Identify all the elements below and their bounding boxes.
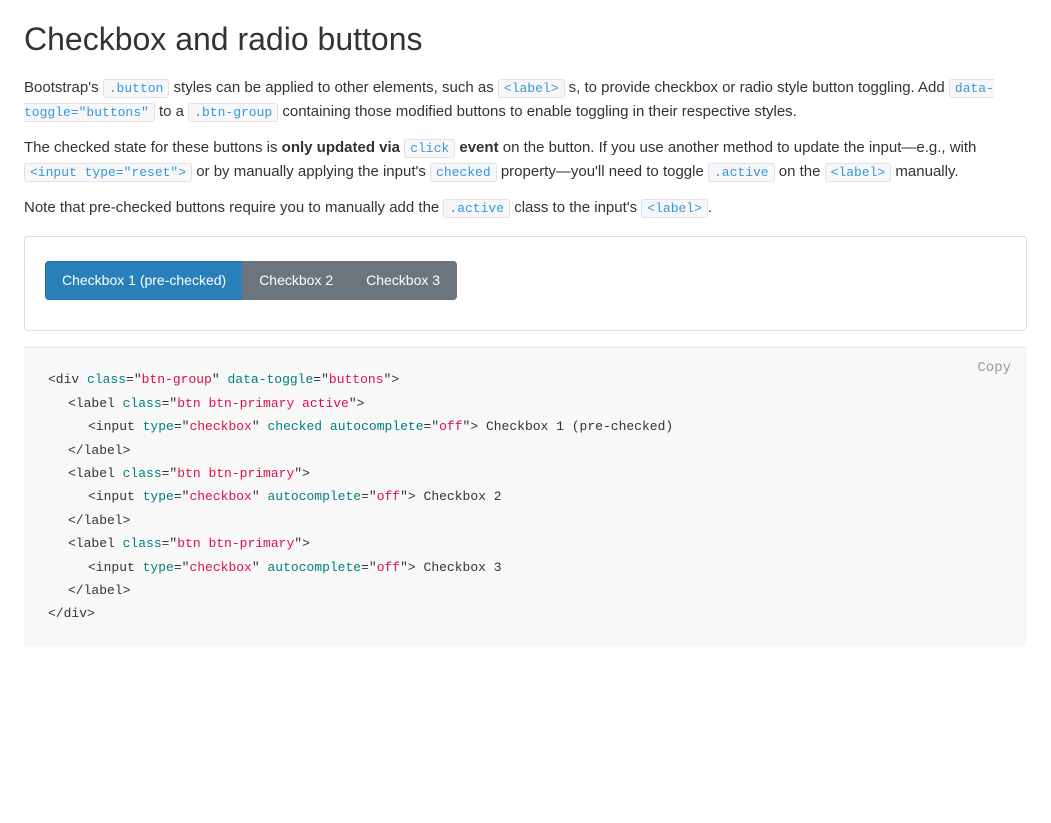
p1-to-a: to a	[155, 103, 188, 120]
paragraph-3: Note that pre-checked buttons require yo…	[24, 196, 1027, 220]
btn-group-code: .btn-group	[188, 103, 278, 122]
demo-box: Checkbox 1 (pre-checked) Checkbox 2 Chec…	[24, 236, 1027, 331]
page-title: Checkbox and radio buttons	[24, 20, 1027, 58]
input-reset-code: <input type="reset">	[24, 163, 192, 182]
p2-on-the: on the	[775, 163, 825, 180]
checked-code: checked	[430, 163, 497, 182]
code-block: Copy <div class="btn-group" data-toggle=…	[24, 347, 1027, 645]
checkbox-btn-3[interactable]: Checkbox 3	[349, 261, 457, 300]
p2-manually: manually.	[891, 163, 958, 180]
p3-start: Note that pre-checked buttons require yo…	[24, 199, 443, 216]
click-code: click	[404, 139, 455, 158]
code-line-9: </label>	[48, 579, 1003, 602]
active-code-2: .active	[443, 199, 510, 218]
checkbox-btn-1[interactable]: Checkbox 1 (pre-checked)	[45, 261, 243, 300]
p2-start: The checked state for these buttons is	[24, 139, 282, 156]
p2-middle: on the button. If you use another method…	[499, 139, 977, 156]
copy-button[interactable]: Copy	[977, 360, 1011, 376]
code-line-6: </label>	[48, 509, 1003, 532]
p1-middle: styles can be applied to other elements,…	[169, 79, 498, 96]
p3-middle: class to the input's	[510, 199, 641, 216]
label-code-1: <label>	[498, 79, 565, 98]
p2-property: property—you'll need to toggle	[497, 163, 708, 180]
checkbox-btn-group: Checkbox 1 (pre-checked) Checkbox 2 Chec…	[45, 261, 457, 300]
button-code: .button	[103, 79, 170, 98]
checkbox-btn-2[interactable]: Checkbox 2	[242, 261, 350, 300]
code-line-1: <label class="btn btn-primary active">	[48, 392, 1003, 415]
code-line-7: <label class="btn btn-primary">	[48, 532, 1003, 555]
label-code-2: <label>	[825, 163, 892, 182]
paragraph-1: Bootstrap's .button styles can be applie…	[24, 76, 1027, 124]
code-line-5: <input type="checkbox" autocomplete="off…	[48, 485, 1003, 508]
code-line-4: <label class="btn btn-primary">	[48, 462, 1003, 485]
p3-end: .	[708, 199, 712, 216]
paragraph-2: The checked state for these buttons is o…	[24, 136, 1027, 184]
p1-after: s, to provide checkbox or radio style bu…	[565, 79, 949, 96]
p1-end: containing those modified buttons to ena…	[278, 103, 797, 120]
code-line-3: </label>	[48, 439, 1003, 462]
label-code-3: <label>	[641, 199, 708, 218]
p1-before-button: Bootstrap's	[24, 79, 103, 96]
code-line-0: <div class="btn-group" data-toggle="butt…	[48, 368, 1003, 391]
code-line-8: <input type="checkbox" autocomplete="off…	[48, 556, 1003, 579]
p2-event: event	[459, 139, 498, 156]
active-code-1: .active	[708, 163, 775, 182]
code-line-10: </div>	[48, 602, 1003, 625]
code-line-2: <input type="checkbox" checked autocompl…	[48, 415, 1003, 438]
p2-bold: only updated via	[282, 139, 400, 156]
p2-or: or by manually applying the input's	[192, 163, 430, 180]
